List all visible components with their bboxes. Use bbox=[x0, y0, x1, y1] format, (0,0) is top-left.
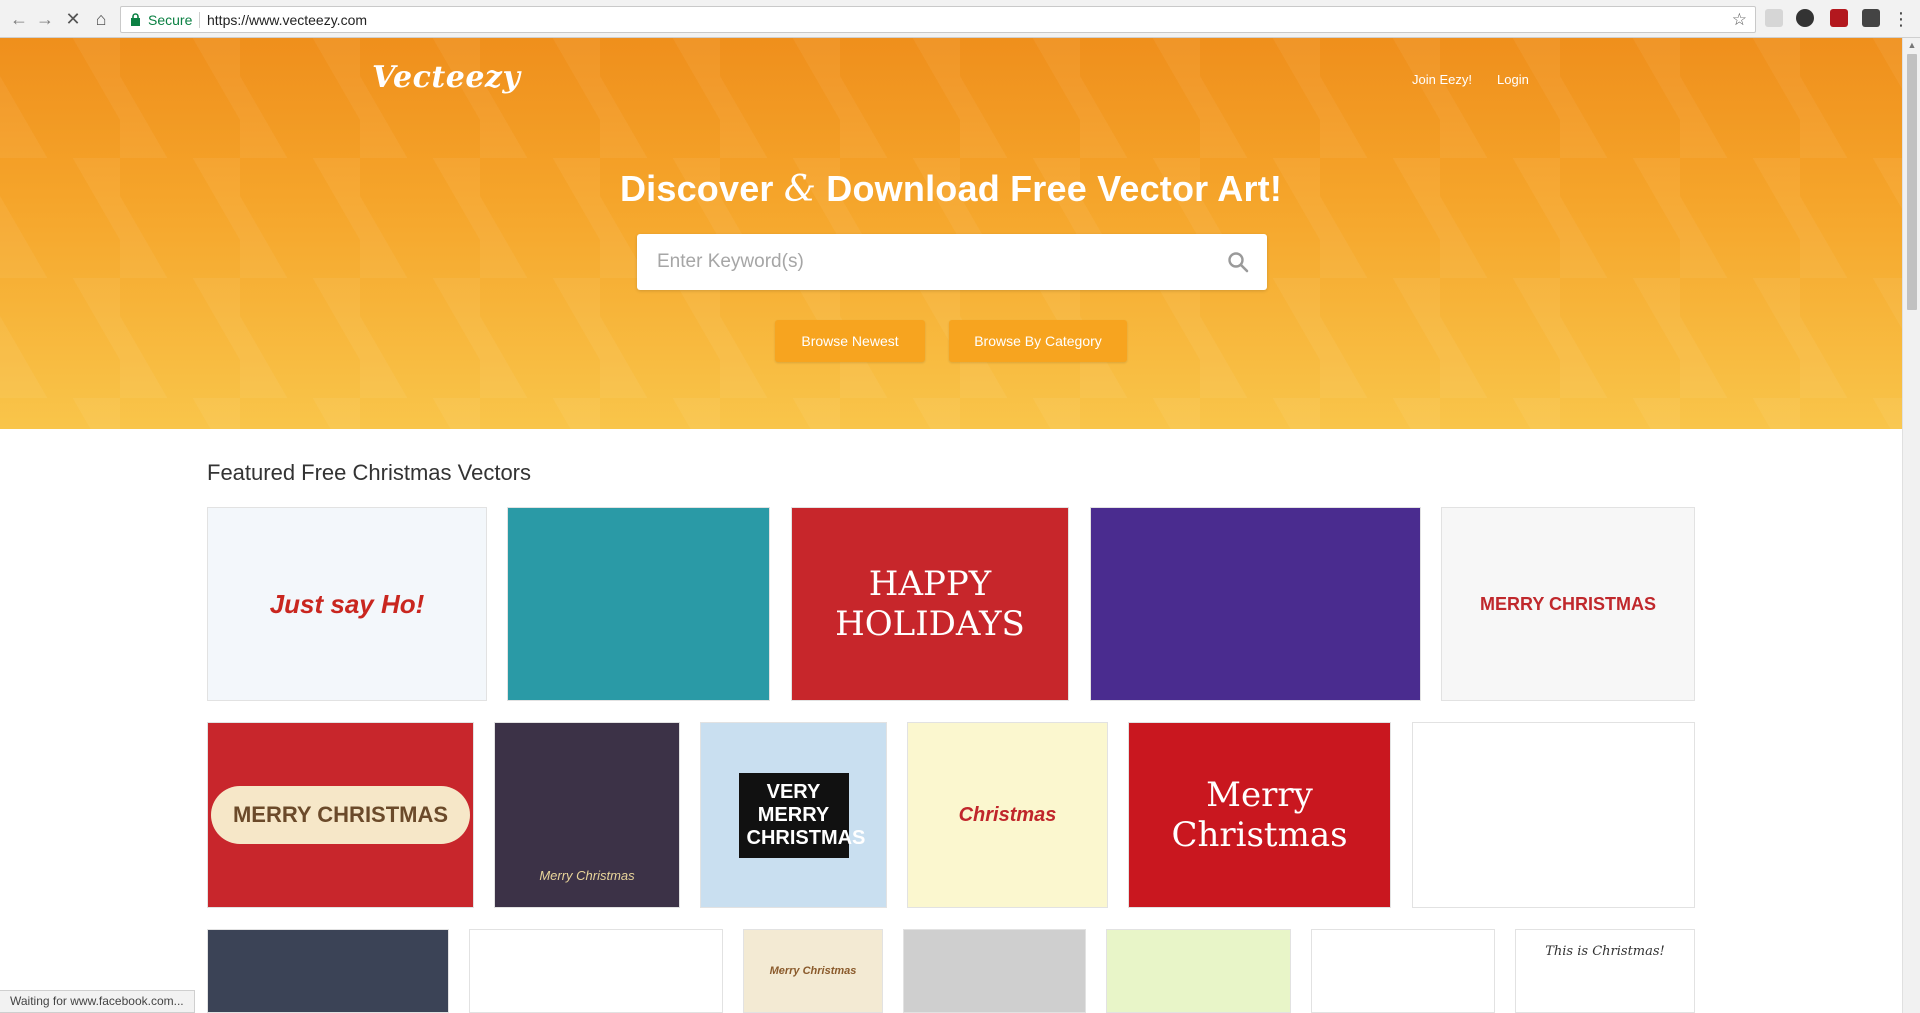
vector-tile[interactable]: Merry Christmas bbox=[1128, 722, 1391, 908]
vector-tile[interactable]: MERRY CHRISTMAS bbox=[207, 722, 474, 908]
tile-caption: Christmas bbox=[958, 803, 1057, 826]
extension-moon-icon[interactable] bbox=[1796, 9, 1814, 27]
vector-tile[interactable] bbox=[469, 929, 723, 1013]
vector-tile[interactable] bbox=[1311, 929, 1495, 1013]
extension-badge-icon[interactable] bbox=[1862, 9, 1880, 27]
site-logo[interactable]: Vecteezy bbox=[372, 60, 520, 95]
headline-amp: & bbox=[783, 169, 817, 210]
search-input[interactable]: Enter Keyword(s) bbox=[637, 234, 1267, 290]
section-title: Featured Free Christmas Vectors bbox=[207, 460, 532, 485]
tile-caption: VERY MERRY CHRISTMAS bbox=[738, 772, 865, 858]
vector-tile[interactable] bbox=[903, 929, 1086, 1013]
vector-tile[interactable] bbox=[1090, 507, 1421, 701]
back-icon[interactable]: ← bbox=[8, 8, 30, 30]
extension-icon[interactable] bbox=[1765, 9, 1783, 27]
tile-caption: MERRY CHRISTMAS bbox=[1479, 593, 1656, 614]
forward-icon[interactable]: → bbox=[34, 8, 56, 30]
headline-pre: Discover bbox=[619, 168, 784, 209]
tile-caption: Merry Christmas bbox=[1171, 775, 1348, 855]
vector-tile[interactable]: This is Christmas! bbox=[1515, 929, 1695, 1013]
vector-tile[interactable]: Just say Ho! bbox=[207, 507, 487, 701]
secure-label: Secure bbox=[148, 12, 193, 28]
tile-caption: Merry Christmas bbox=[539, 867, 635, 883]
search-icon[interactable] bbox=[1227, 251, 1249, 273]
tile-caption: This is Christmas! bbox=[1545, 944, 1665, 959]
tile-caption: HAPPY HOLIDAYS bbox=[835, 564, 1025, 644]
url-text[interactable]: https://www.vecteezy.com bbox=[207, 12, 367, 28]
vector-tile[interactable] bbox=[1106, 929, 1291, 1013]
lock-icon bbox=[131, 13, 140, 26]
tile-caption: Merry Christmas bbox=[769, 965, 857, 977]
page-scrollbar[interactable]: ▲ bbox=[1902, 38, 1920, 1013]
browser-toolbar: ← → ✕ ⌂ Secure https://www.vecteezy.com … bbox=[0, 0, 1920, 38]
bookmark-star-icon[interactable]: ☆ bbox=[1732, 10, 1747, 30]
vector-tile[interactable]: HAPPY HOLIDAYS bbox=[791, 507, 1069, 701]
home-icon[interactable]: ⌂ bbox=[90, 8, 112, 30]
vector-tile[interactable] bbox=[507, 507, 770, 701]
vector-tile[interactable]: MERRY CHRISTMAS bbox=[1441, 507, 1695, 701]
browse-newest-button[interactable]: Browse Newest bbox=[775, 320, 925, 362]
menu-kebab-icon[interactable]: ⋮ bbox=[1890, 8, 1912, 30]
vector-tile[interactable]: Merry Christmas bbox=[743, 929, 883, 1013]
extension-shield-icon[interactable] bbox=[1830, 9, 1848, 27]
scrollbar-thumb[interactable] bbox=[1907, 54, 1917, 310]
hero-headline: Discover & Download Free Vector Art! bbox=[0, 168, 1902, 210]
login-link[interactable]: Login bbox=[1497, 72, 1529, 87]
browse-category-button[interactable]: Browse By Category bbox=[949, 320, 1127, 362]
scroll-up-icon[interactable]: ▲ bbox=[1907, 40, 1917, 50]
vector-tile[interactable] bbox=[207, 929, 449, 1013]
vector-tile[interactable]: Christmas bbox=[907, 722, 1108, 908]
address-bar[interactable]: Secure https://www.vecteezy.com ☆ bbox=[120, 6, 1756, 33]
join-link[interactable]: Join Eezy! bbox=[1412, 72, 1472, 87]
hero-banner: Vecteezy Join Eezy! Login Discover & Dow… bbox=[0, 38, 1902, 429]
stop-icon[interactable]: ✕ bbox=[62, 8, 84, 30]
status-bar: Waiting for www.facebook.com... bbox=[0, 990, 195, 1013]
omnibox-divider bbox=[199, 12, 200, 28]
tile-caption: Just say Ho! bbox=[269, 588, 425, 619]
search-placeholder: Enter Keyword(s) bbox=[657, 251, 804, 272]
vector-tile[interactable]: Merry Christmas bbox=[494, 722, 680, 908]
headline-post: Download Free Vector Art! bbox=[816, 168, 1283, 209]
vector-tile[interactable] bbox=[1412, 722, 1695, 908]
tile-caption: MERRY CHRISTMAS bbox=[210, 786, 471, 844]
vector-tile[interactable]: VERY MERRY CHRISTMAS bbox=[700, 722, 887, 908]
